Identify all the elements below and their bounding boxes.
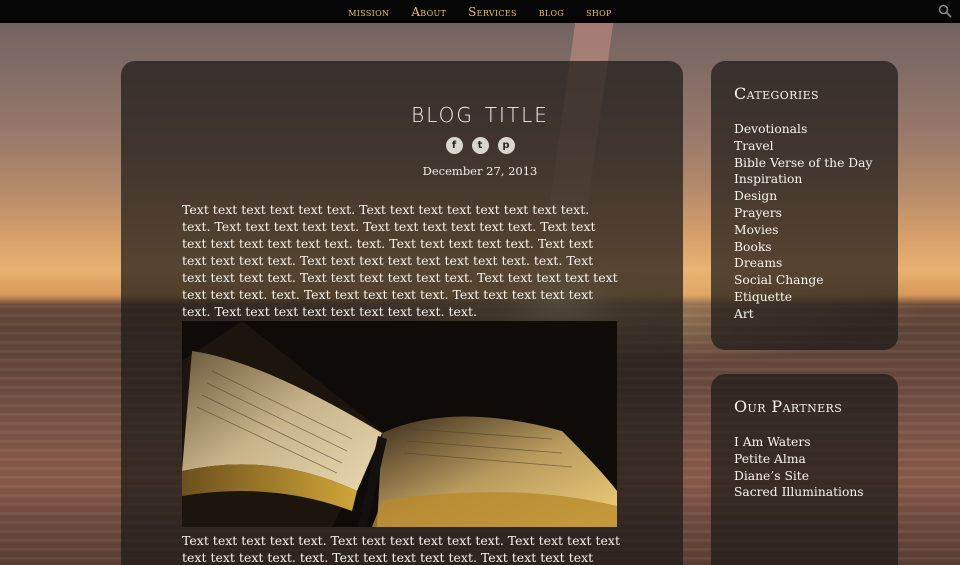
category-books[interactable]: Books <box>734 239 872 256</box>
category-movies[interactable]: Movies <box>734 222 872 239</box>
nav-item-shop[interactable]: shop <box>586 5 612 19</box>
nav-item-mission[interactable]: mission <box>348 5 389 19</box>
search-icon[interactable] <box>938 4 952 18</box>
category-etiquette[interactable]: Etiquette <box>734 289 872 306</box>
category-art[interactable]: Art <box>734 306 872 323</box>
nav-item-blog[interactable]: blog <box>539 5 564 19</box>
category-travel[interactable]: Travel <box>734 138 872 155</box>
post-paragraph-1: Text text text text text text. Text text… <box>182 202 618 319</box>
partner-i-am-waters[interactable]: I Am Waters <box>734 434 864 451</box>
categories-panel: Categories Devotionals Travel Bible Vers… <box>711 61 898 350</box>
open-bible-image <box>182 321 617 527</box>
partners-list: I Am Waters Petite Alma Diane’s Site Sac… <box>734 434 864 501</box>
partners-heading: Our Partners <box>734 397 843 416</box>
categories-list: Devotionals Travel Bible Verse of the Da… <box>734 121 872 323</box>
main-nav: mission About Services blog shop <box>348 5 611 19</box>
categories-heading: Categories <box>734 84 819 103</box>
facebook-icon[interactable]: f <box>445 137 463 154</box>
partner-sacred-illuminations[interactable]: Sacred Illuminations <box>734 484 864 501</box>
nav-item-services[interactable]: Services <box>468 5 517 19</box>
post-paragraph-2: Text text text text text. Text text text… <box>182 533 621 565</box>
open-bible-illustration <box>182 321 617 527</box>
nav-item-about[interactable]: About <box>411 5 446 19</box>
category-bible-verse[interactable]: Bible Verse of the Day <box>734 155 872 172</box>
twitter-icon[interactable]: t <box>471 137 489 154</box>
category-inspiration[interactable]: Inspiration <box>734 171 872 188</box>
category-social-change[interactable]: Social Change <box>734 272 872 289</box>
category-dreams[interactable]: Dreams <box>734 255 872 272</box>
category-design[interactable]: Design <box>734 188 872 205</box>
category-prayers[interactable]: Prayers <box>734 205 872 222</box>
category-devotionals[interactable]: Devotionals <box>734 121 872 138</box>
top-navigation-bar: mission About Services blog shop <box>0 0 960 23</box>
pinterest-icon[interactable]: p <box>497 137 515 154</box>
partner-dianes-site[interactable]: Diane’s Site <box>734 468 864 485</box>
partners-panel: Our Partners I Am Waters Petite Alma Dia… <box>711 374 898 565</box>
partner-petite-alma[interactable]: Petite Alma <box>734 451 864 468</box>
